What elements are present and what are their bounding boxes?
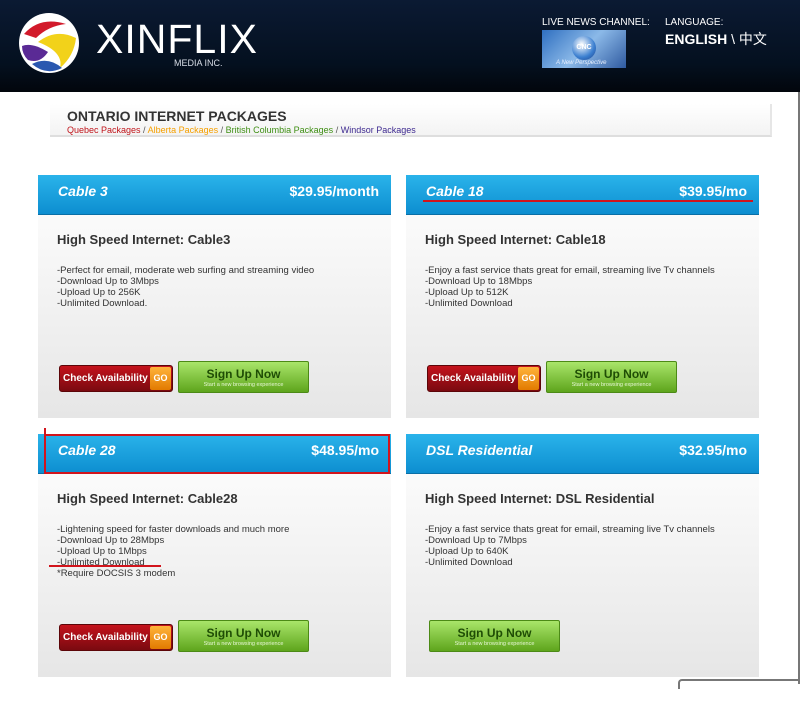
check-availability-label: Check Availability xyxy=(63,373,148,384)
package-name: DSL Residential xyxy=(426,442,533,458)
package-card-cable3: Cable 3 $29.95/month High Speed Internet… xyxy=(38,175,391,418)
language-chinese-link[interactable]: 中文 xyxy=(739,31,767,47)
xinflix-logo-icon[interactable] xyxy=(18,12,80,74)
feature-item: -Upload Up to 256K xyxy=(57,287,141,298)
link-british-columbia-packages[interactable]: British Columbia Packages xyxy=(226,125,334,135)
package-name: Cable 18 xyxy=(426,183,484,199)
annotation-underline xyxy=(49,565,161,567)
sign-up-label: Sign Up Now xyxy=(206,626,281,640)
check-availability-label: Check Availability xyxy=(431,373,516,384)
feature-item: -Upload Up to 640K xyxy=(425,546,509,557)
package-card-dsl-residential: DSL Residential $32.95/mo High Speed Int… xyxy=(406,434,759,677)
feature-item: *Require DOCSIS 3 modem xyxy=(57,568,176,579)
card-header: Cable 3 $29.95/month xyxy=(38,175,391,215)
feature-item: -Download Up to 7Mbps xyxy=(425,535,527,546)
link-quebec-packages[interactable]: Quebec Packages xyxy=(67,125,141,135)
card-header: DSL Residential $32.95/mo xyxy=(406,434,759,474)
site-header: XINFLIX MEDIA INC. LIVE NEWS CHANNEL: CN… xyxy=(0,0,800,92)
package-price: $29.95/month xyxy=(289,183,379,199)
feature-item: -Perfect for email, moderate web surfing… xyxy=(57,265,315,276)
package-card-cable18: Cable 18 $39.95/mo High Speed Internet: … xyxy=(406,175,759,418)
news-channel-label: LIVE NEWS CHANNEL: xyxy=(542,17,650,28)
sign-up-label: Sign Up Now xyxy=(457,626,532,640)
feature-item: -Upload Up to 512K xyxy=(425,287,509,298)
feature-item: -Download Up to 28Mbps xyxy=(57,535,165,546)
frame-corner xyxy=(678,679,800,689)
feature-item: -Upload Up to 1Mbps xyxy=(57,546,147,557)
feature-item: -Lightening speed for faster downloads a… xyxy=(57,524,290,535)
feature-item: -Enjoy a fast service thats great for em… xyxy=(425,265,715,276)
news-channel-thumbnail[interactable]: CNC A New Perspective xyxy=(542,30,626,68)
region-links: Quebec Packages / Alberta Packages / Bri… xyxy=(67,125,416,135)
feature-item: -Unlimited Download. xyxy=(57,298,148,309)
package-price: $32.95/mo xyxy=(679,442,747,458)
check-availability-label: Check Availability xyxy=(63,632,148,643)
feature-list: -Enjoy a fast service thats great for em… xyxy=(425,265,715,309)
package-heading: High Speed Internet: Cable18 xyxy=(425,232,606,247)
annotation-box xyxy=(44,434,390,474)
brand-name[interactable]: XINFLIX xyxy=(96,16,258,63)
sign-up-subtext: Start a new browsing experience xyxy=(203,641,284,647)
card-header: Cable 18 $39.95/mo xyxy=(406,175,759,215)
check-availability-button[interactable]: Check Availability GO xyxy=(59,365,173,392)
package-heading: High Speed Internet: DSL Residential xyxy=(425,491,655,506)
language-english-link[interactable]: ENGLISH xyxy=(665,31,727,47)
sign-up-now-button[interactable]: Sign Up Now Start a new browsing experie… xyxy=(546,361,677,393)
language-label: LANGUAGE: xyxy=(665,17,724,28)
package-name: Cable 3 xyxy=(58,183,108,199)
sign-up-now-button[interactable]: Sign Up Now Start a new browsing experie… xyxy=(178,620,309,652)
go-badge: GO xyxy=(150,626,171,649)
packages-title-bar: ONTARIO INTERNET PACKAGES Quebec Package… xyxy=(50,104,772,137)
check-availability-button[interactable]: Check Availability GO xyxy=(427,365,541,392)
feature-item: -Download Up to 3Mbps xyxy=(57,276,159,287)
go-badge: GO xyxy=(150,367,171,390)
sign-up-subtext: Start a new browsing experience xyxy=(203,382,284,388)
feature-item: -Unlimited Download xyxy=(425,557,513,568)
annotation-underline xyxy=(423,200,753,202)
page-title: ONTARIO INTERNET PACKAGES xyxy=(67,108,287,124)
link-alberta-packages[interactable]: Alberta Packages xyxy=(148,125,219,135)
feature-item: -Download Up to 18Mbps xyxy=(425,276,533,287)
package-heading: High Speed Internet: Cable3 xyxy=(57,232,231,247)
sign-up-now-button[interactable]: Sign Up Now Start a new browsing experie… xyxy=(429,620,560,652)
link-windsor-packages[interactable]: Windsor Packages xyxy=(341,125,416,135)
sign-up-subtext: Start a new browsing experience xyxy=(454,641,535,647)
annotation-tick xyxy=(44,428,46,436)
language-selector: ENGLISH \ 中文 xyxy=(665,29,767,49)
brand-subtitle: MEDIA INC. xyxy=(174,58,223,68)
link-separator: / xyxy=(140,125,148,135)
sign-up-label: Sign Up Now xyxy=(574,367,649,381)
sign-up-now-button[interactable]: Sign Up Now Start a new browsing experie… xyxy=(178,361,309,393)
feature-list: -Lightening speed for faster downloads a… xyxy=(57,524,289,579)
feature-list: -Enjoy a fast service thats great for em… xyxy=(425,524,715,568)
feature-list: -Perfect for email, moderate web surfing… xyxy=(57,265,314,309)
link-separator: / xyxy=(218,125,226,135)
link-separator: / xyxy=(333,125,341,135)
language-separator: \ xyxy=(727,31,739,47)
sign-up-subtext: Start a new browsing experience xyxy=(571,382,652,388)
feature-item: -Unlimited Download xyxy=(425,298,513,309)
go-badge: GO xyxy=(518,367,539,390)
package-heading: High Speed Internet: Cable28 xyxy=(57,491,238,506)
cnc-logo: CNC xyxy=(572,36,596,60)
check-availability-button[interactable]: Check Availability GO xyxy=(59,624,173,651)
sign-up-label: Sign Up Now xyxy=(206,367,281,381)
package-price: $39.95/mo xyxy=(679,183,747,199)
news-tagline: A New Perspective xyxy=(556,60,607,66)
feature-item: -Enjoy a fast service thats great for em… xyxy=(425,524,715,535)
